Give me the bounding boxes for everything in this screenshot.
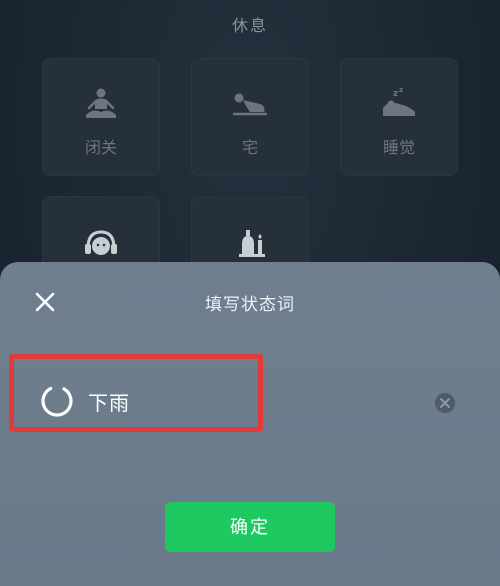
bell-candle-icon	[239, 230, 265, 257]
svg-text:z: z	[399, 86, 403, 94]
status-input-row[interactable]: 下雨	[40, 381, 130, 421]
svg-text:z: z	[393, 89, 398, 99]
section-title-rest: 休息	[231, 16, 268, 35]
tile-label: 闭关	[84, 138, 117, 157]
status-tile-home[interactable]: 宅	[191, 58, 309, 176]
sheet-title: 填写状态词	[205, 295, 295, 315]
meditation-icon	[86, 88, 116, 118]
headphones-face-icon	[85, 230, 117, 255]
status-tile-meditation[interactable]: 闭关	[42, 58, 160, 176]
status-edit-sheet: 填写状态词 下雨 确定	[0, 262, 500, 586]
confirm-button[interactable]: 确定	[165, 502, 335, 552]
sleep-zzz-icon: z z	[383, 86, 415, 116]
lying-person-icon	[232, 93, 268, 116]
status-tile-sleep[interactable]: z z 睡觉	[340, 58, 458, 176]
tile-label: 睡觉	[382, 138, 415, 157]
loading-ring-icon	[41, 385, 73, 417]
clear-circle-icon[interactable]	[434, 392, 456, 414]
tile-label: 宅	[241, 138, 258, 157]
status-word-text[interactable]: 下雨	[88, 387, 130, 416]
